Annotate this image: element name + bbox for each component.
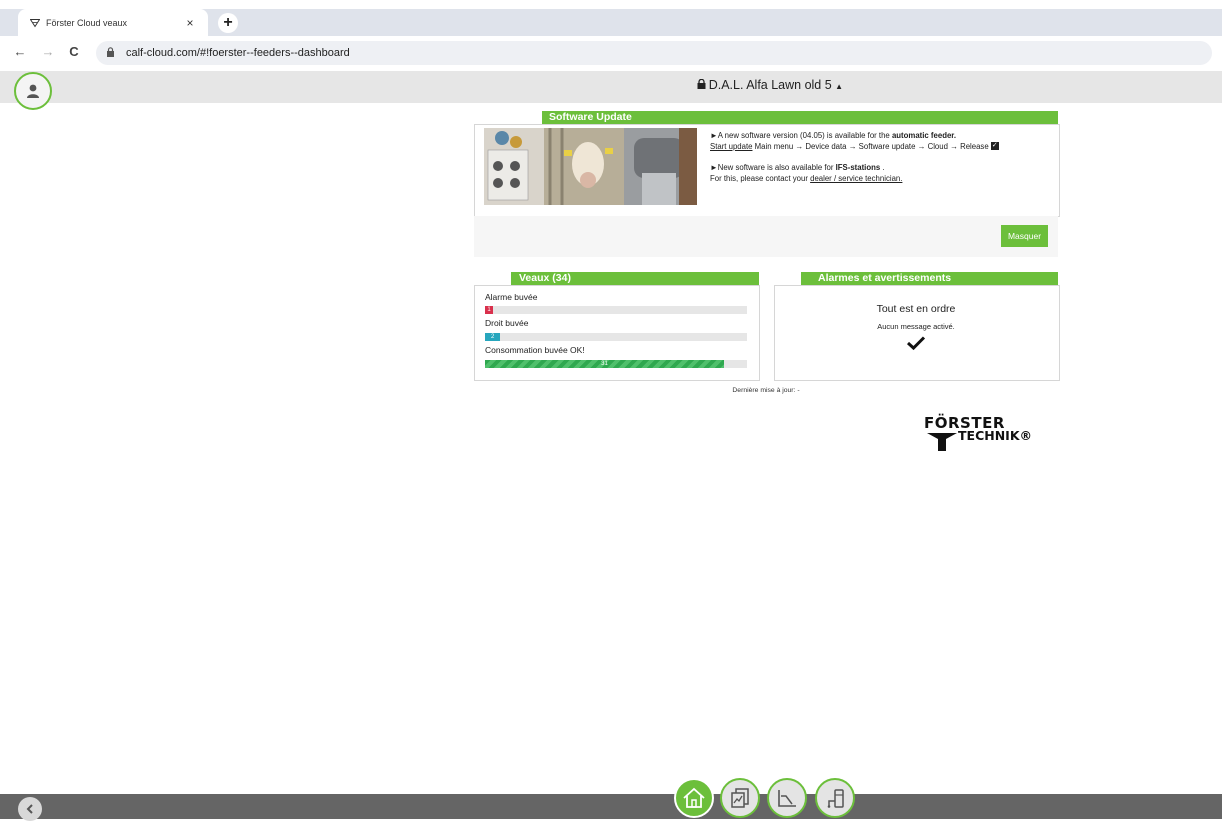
forward-arrow-icon[interactable]: → bbox=[40, 44, 56, 59]
reports-icon bbox=[731, 788, 749, 808]
alarms-title: Alarmes et avertissements bbox=[801, 272, 1058, 285]
reload-icon[interactable]: C bbox=[66, 44, 82, 59]
alarms-panel bbox=[774, 285, 1060, 381]
calves-row-fill: 31 bbox=[485, 360, 724, 368]
software-update-line-contact: For this, please contact your dealer / s… bbox=[710, 173, 903, 183]
software-update-title: Software Update bbox=[542, 111, 1058, 124]
caret-up-icon: ▲ bbox=[835, 82, 844, 91]
browser-tab-title: Förster Cloud veaux bbox=[46, 17, 128, 28]
url-bar[interactable]: calf-cloud.com/#!foerster--feeders--dash… bbox=[96, 41, 1212, 65]
bottom-bar bbox=[0, 794, 1222, 819]
hide-button[interactable]: Masquer bbox=[1001, 225, 1048, 247]
nav-home-button[interactable] bbox=[674, 778, 714, 818]
device-selector[interactable]: D.A.L. Alfa Lawn old 5 ▲ bbox=[0, 78, 1222, 92]
calves-row-bar[interactable]: 31 bbox=[485, 360, 747, 368]
new-tab-button[interactable]: + bbox=[218, 13, 238, 33]
calves-row-label: Alarme buvée bbox=[485, 292, 538, 302]
software-update-line-steps: Start update Main menu → Device data → S… bbox=[710, 141, 999, 151]
logo-mark-icon bbox=[927, 433, 957, 451]
home-icon bbox=[683, 787, 705, 808]
software-update-text: ►A new software version (04.05) is avail… bbox=[710, 131, 1050, 184]
software-update-footer bbox=[474, 216, 1058, 257]
last-update-text: Dernière mise à jour: - bbox=[732, 387, 800, 394]
lock-icon bbox=[106, 47, 118, 59]
checkmark-icon bbox=[906, 335, 926, 356]
nav-feeder-button[interactable] bbox=[815, 778, 855, 818]
url-text: calf-cloud.com/#!foerster--feeders--dash… bbox=[126, 47, 350, 59]
calves-row-label: Droit buvée bbox=[485, 318, 529, 328]
calves-row-label: Consommation buvée OK! bbox=[485, 345, 585, 355]
start-update-link[interactable]: Start update bbox=[710, 142, 752, 151]
calves-row-bar[interactable]: 2 bbox=[485, 333, 747, 341]
calves-row-fill: 1 bbox=[485, 306, 493, 314]
calves-row-fill: 2 bbox=[485, 333, 501, 341]
software-update-line-ifs: ►New software is also available for IFS-… bbox=[710, 163, 885, 172]
checkbox-checked-icon: ✓ bbox=[990, 142, 999, 151]
chart-icon bbox=[778, 790, 796, 807]
nav-charts-button[interactable] bbox=[767, 778, 807, 818]
software-update-line-feeder: ►A new software version (04.05) is avail… bbox=[710, 131, 957, 140]
alarms-message: Aucun message activé. bbox=[877, 322, 955, 331]
forster-technik-logo: FÖRSTER TECHNIK® bbox=[924, 414, 1032, 451]
tab-close-icon[interactable]: × bbox=[182, 16, 198, 30]
nav-reports-button[interactable] bbox=[720, 778, 760, 818]
padlock-icon bbox=[697, 78, 709, 92]
feeder-photo bbox=[484, 128, 697, 205]
calves-title: Veaux (34) bbox=[511, 272, 759, 285]
device-name: D.A.L. Alfa Lawn old 5 bbox=[708, 78, 832, 92]
back-arrow-icon[interactable]: ← bbox=[12, 44, 28, 59]
forster-favicon-icon bbox=[29, 18, 41, 28]
calves-row-bar[interactable]: 1 bbox=[485, 306, 747, 314]
feeder-icon bbox=[827, 789, 844, 808]
dealer-link[interactable]: dealer / service technician. bbox=[810, 174, 902, 183]
chevron-left-icon bbox=[26, 804, 33, 814]
collapse-button[interactable] bbox=[18, 797, 42, 821]
alarms-status: Tout est en ordre bbox=[876, 303, 956, 315]
browser-tab[interactable]: Förster Cloud veaux × bbox=[18, 9, 208, 36]
